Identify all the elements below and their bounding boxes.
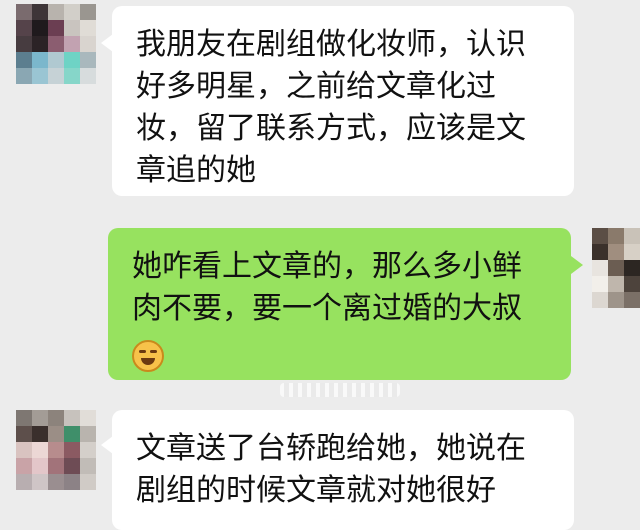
message-text-line: 我朋友在剧组做化妆师，认识 (136, 27, 526, 62)
message-text-line: 好多明星，之前给文章化过 (136, 69, 496, 104)
message-text-line: 剧组的时候文章就对她很好 (136, 473, 496, 508)
contact-avatar[interactable] (16, 4, 96, 84)
message-text-line: 妆，留了联系方式，应该是文 (136, 111, 526, 146)
contact-avatar[interactable] (16, 410, 96, 496)
watermark-smudge (280, 383, 400, 397)
message-text-line: 肉不要，要一个离过婚的大叔 (132, 291, 522, 326)
self-avatar[interactable] (592, 228, 640, 308)
message-text-line: 她咋看上文章的，那么多小鲜 (132, 249, 522, 284)
grinning-face-emoji-icon (132, 339, 164, 372)
message-bubble-incoming[interactable]: 我朋友在剧组做化妆师，认识 好多明星，之前给文章化过 妆，留了联系方式，应该是文… (112, 6, 574, 196)
bubble-tail (571, 256, 583, 274)
message-text-line: 章追的她 (136, 153, 256, 188)
message-bubble-outgoing[interactable]: 她咋看上文章的，那么多小鲜 肉不要，要一个离过婚的大叔 (108, 228, 571, 380)
message-text-line: 文章送了台轿跑给她，她说在 (136, 431, 526, 466)
message-bubble-incoming[interactable]: 文章送了台轿跑给她，她说在 剧组的时候文章就对她很好 (112, 410, 574, 530)
